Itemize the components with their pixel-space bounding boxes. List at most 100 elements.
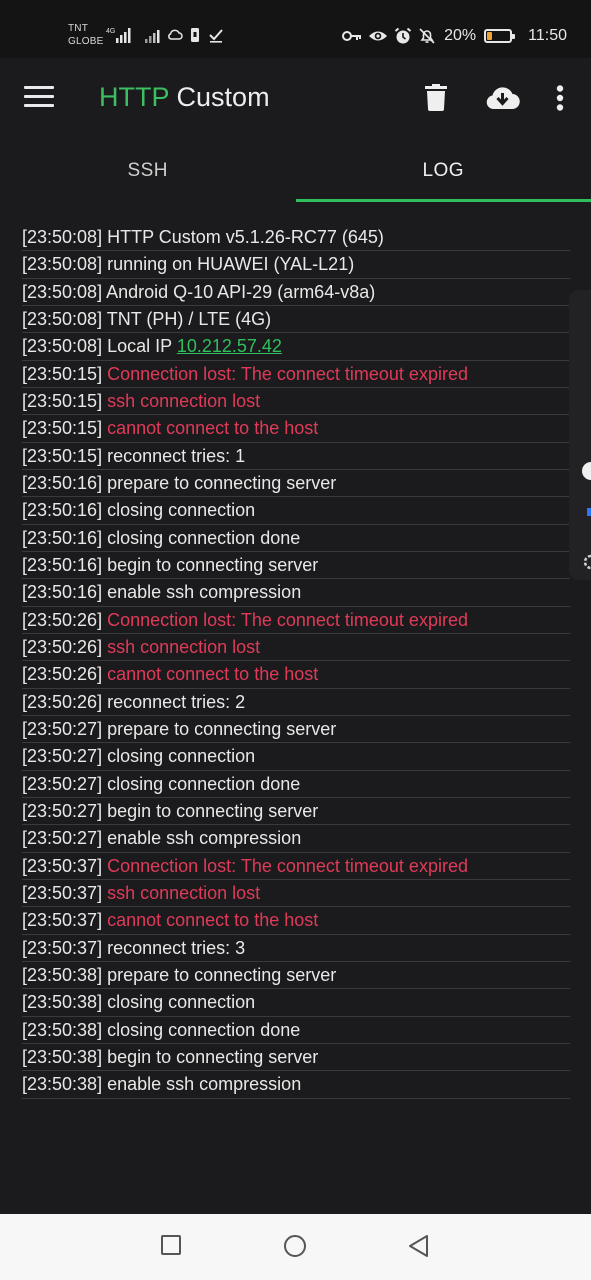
log-line: [23:50:38] begin to connecting server <box>22 1044 570 1072</box>
sim-icon <box>191 28 199 42</box>
cloud-icon <box>168 29 183 40</box>
log-line: [23:50:16] prepare to connecting server <box>22 470 570 498</box>
log-line: [23:50:26] Connection lost: The connect … <box>22 607 570 634</box>
carrier-line2: GLOBE <box>68 36 104 47</box>
log-error-message: ssh connection lost <box>107 882 261 903</box>
log-timestamp: [23:50:38] <box>22 964 103 985</box>
log-timestamp: [23:50:08] <box>22 281 103 302</box>
log-timestamp: [23:50:27] <box>22 773 103 794</box>
log-message: enable ssh compression <box>107 1074 302 1095</box>
log-timestamp: [23:50:16] <box>22 527 103 548</box>
log-message: Local IP <box>107 336 177 357</box>
log-timestamp: [23:50:38] <box>22 1046 103 1067</box>
log-timestamp: [23:50:27] <box>22 718 103 739</box>
log-line: [23:50:16] closing connection <box>22 497 570 525</box>
log-line: [23:50:16] enable ssh compression <box>22 579 570 607</box>
app-toolbar: HTTP Custom <box>0 58 591 140</box>
tab-log-label: LOG <box>422 160 465 181</box>
log-error-message: cannot connect to the host <box>107 910 319 931</box>
log-timestamp: [23:50:26] <box>22 609 103 630</box>
tab-ssh-label: SSH <box>127 160 169 181</box>
tab-bar: SSH LOG <box>0 140 591 202</box>
log-timestamp: [23:50:38] <box>22 1074 103 1095</box>
cloud-download-icon[interactable] <box>485 86 520 110</box>
log-line: [23:50:15] ssh connection lost <box>22 388 570 416</box>
log-error-message: cannot connect to the host <box>107 418 319 439</box>
log-timestamp: [23:50:26] <box>22 636 103 657</box>
log-list[interactable]: [23:50:08] HTTP Custom v5.1.26-RC77 (645… <box>22 224 570 1099</box>
log-line: [23:50:27] closing connection <box>22 743 570 771</box>
status-right: 20% 11:50 <box>342 22 567 50</box>
log-message: begin to connecting server <box>107 1046 319 1067</box>
log-line: [23:50:38] prepare to connecting server <box>22 962 570 990</box>
log-line: [23:50:08] HTTP Custom v5.1.26-RC77 (645… <box>22 224 570 252</box>
log-message: prepare to connecting server <box>107 964 337 985</box>
back-triangle-icon[interactable] <box>407 1234 429 1258</box>
mute-icon <box>419 28 435 44</box>
log-line: [23:50:37] Connection lost: The connect … <box>22 853 570 880</box>
carrier-line1: TNT <box>68 23 89 34</box>
log-error-message: Connection lost: The connect timeout exp… <box>107 855 468 876</box>
hamburger-menu-icon[interactable] <box>24 86 54 110</box>
app-title-part1: HTTP <box>99 82 170 112</box>
log-timestamp: [23:50:27] <box>22 800 103 821</box>
log-timestamp: [23:50:16] <box>22 472 103 493</box>
app-title-part2: Custom <box>176 82 270 112</box>
log-error-message: Connection lost: The connect timeout exp… <box>107 609 468 630</box>
tab-ssh[interactable]: SSH <box>0 140 296 202</box>
log-timestamp: [23:50:16] <box>22 554 103 575</box>
recents-square-icon[interactable] <box>160 1234 182 1256</box>
trash-icon[interactable] <box>425 84 447 111</box>
log-timestamp: [23:50:37] <box>22 910 103 931</box>
log-timestamp: [23:50:08] <box>22 254 103 275</box>
log-line: [23:50:08] TNT (PH) / LTE (4G) <box>22 306 570 334</box>
clock: 11:50 <box>528 27 567 44</box>
log-timestamp: [23:50:15] <box>22 445 103 466</box>
log-message: closing connection done <box>107 1019 301 1040</box>
log-message: begin to connecting server <box>107 800 319 821</box>
log-timestamp: [23:50:15] <box>22 390 103 411</box>
log-message: reconnect tries: 2 <box>107 691 246 712</box>
log-timestamp: [23:50:15] <box>22 363 103 384</box>
log-error-message: ssh connection lost <box>107 636 261 657</box>
log-timestamp: [23:50:26] <box>22 691 103 712</box>
log-line: [23:50:27] closing connection done <box>22 771 570 798</box>
signal-icon <box>145 30 160 43</box>
log-message: enable ssh compression <box>107 828 302 849</box>
log-message: enable ssh compression <box>107 582 302 603</box>
log-line: [23:50:37] ssh connection lost <box>22 880 570 908</box>
log-timestamp: [23:50:08] <box>22 336 103 357</box>
log-timestamp: [23:50:37] <box>22 855 103 876</box>
download-done-icon <box>209 29 223 43</box>
system-nav-bar <box>0 1214 591 1280</box>
log-timestamp: [23:50:08] <box>22 227 103 247</box>
local-ip-link[interactable]: 10.212.57.42 <box>177 336 282 356</box>
alarm-icon <box>394 27 412 44</box>
log-message: prepare to connecting server <box>107 718 337 739</box>
log-timestamp: [23:50:38] <box>22 1019 103 1040</box>
more-vert-icon[interactable] <box>556 85 564 111</box>
log-message: reconnect tries: 1 <box>107 445 246 466</box>
log-timestamp: [23:50:15] <box>22 418 103 439</box>
battery-icon <box>484 29 516 43</box>
tab-log[interactable]: LOG <box>295 140 591 202</box>
log-timestamp: [23:50:16] <box>22 582 103 603</box>
log-line: [23:50:37] reconnect tries: 3 <box>22 935 570 962</box>
log-message: begin to connecting server <box>107 554 319 575</box>
home-circle-icon[interactable] <box>283 1234 307 1258</box>
log-message: reconnect tries: 3 <box>107 937 246 958</box>
carrier-label: TNT GLOBE <box>68 22 103 48</box>
log-line: [23:50:27] prepare to connecting server <box>22 716 570 744</box>
log-message: closing connection <box>107 746 256 767</box>
floating-widget-edge[interactable] <box>569 290 591 580</box>
log-timestamp: [23:50:16] <box>22 500 103 521</box>
log-line: [23:50:15] reconnect tries: 1 <box>22 443 570 470</box>
key-icon <box>342 31 362 41</box>
gear-icon[interactable] <box>581 552 591 572</box>
log-timestamp: [23:50:37] <box>22 882 103 903</box>
log-line: [23:50:27] begin to connecting server <box>22 798 570 826</box>
app-title: HTTP Custom <box>99 82 270 113</box>
log-message: closing connection <box>107 992 256 1013</box>
widget-indicator <box>587 508 591 516</box>
log-message: TNT (PH) / LTE (4G) <box>106 308 272 329</box>
